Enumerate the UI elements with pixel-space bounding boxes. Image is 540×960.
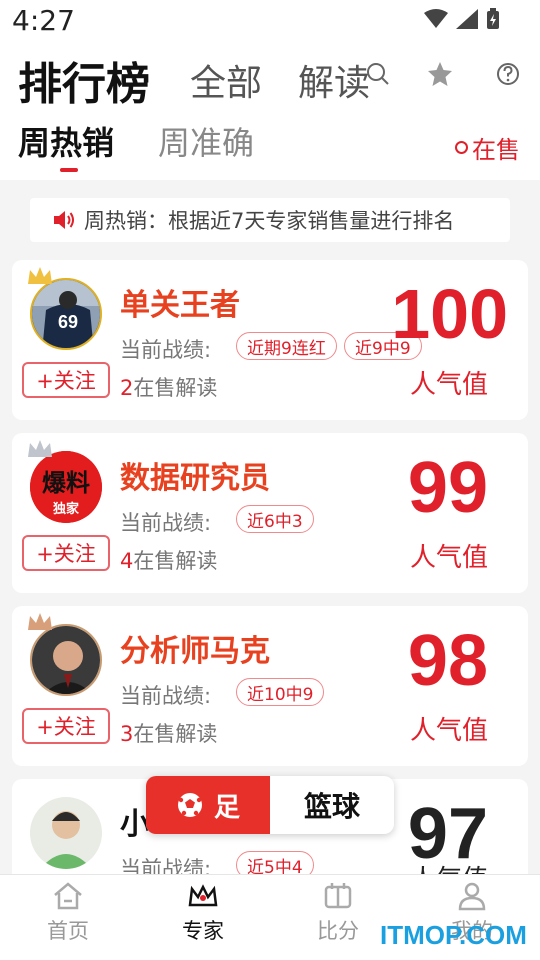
popularity-score: 98 (407, 621, 488, 701)
on-sale-count: 4在售解读 (120, 545, 217, 575)
football-label: 足 (213, 792, 240, 823)
football-icon (177, 793, 202, 817)
popularity-label: 人气值 (409, 370, 488, 400)
watermark: ITMOP.COM (380, 920, 527, 950)
sport-toggle: 足 篮球 (146, 776, 394, 834)
person-icon (458, 882, 486, 911)
popularity-label: 人气值 (409, 716, 488, 746)
avatar[interactable]: 69 (30, 278, 102, 350)
record-badge: 近5中4 (236, 851, 314, 874)
avatar-image: 爆料 独家 (30, 451, 102, 523)
avatar[interactable] (30, 624, 102, 696)
tab-interpretation[interactable]: 解读 (298, 54, 370, 106)
on-sale-filter[interactable]: 在售 (455, 130, 520, 165)
avatar-image (32, 626, 100, 694)
wifi-icon (424, 9, 448, 28)
follow-button[interactable]: +关注 (22, 362, 110, 398)
avatar-image: 69 (32, 280, 100, 348)
header: 排行榜 全部 解读 周热销 周准确 在售 (0, 44, 540, 180)
expert-card[interactable]: 69 +关注 单关王者 当前战绩: 近期9连红 近9中9 2在售解读 100 人… (12, 260, 528, 420)
record-label: 当前战绩: (120, 684, 212, 708)
page-title: 排行榜 (18, 59, 150, 110)
on-sale-number: 4 (120, 549, 134, 573)
on-sale-suffix: 在售解读 (133, 376, 218, 400)
tab-label: 首页 (47, 919, 89, 943)
expert-name: 单关王者 (120, 288, 240, 323)
silver-crown-icon (28, 440, 52, 457)
crown-icon (188, 884, 218, 907)
record-label: 当前战绩: (120, 511, 212, 535)
subtab-weekly-accurate[interactable]: 周准确 (158, 118, 254, 164)
on-sale-number: 3 (120, 722, 134, 746)
notice-banner: 周热销：根据近7天专家销售量进行排名 (30, 198, 510, 242)
on-sale-suffix: 在售解读 (133, 722, 218, 746)
on-sale-count: 3在售解读 (120, 718, 217, 748)
avatar[interactable] (30, 797, 102, 869)
on-sale-number: 2 (120, 376, 134, 400)
expert-name: 数据研究员 (120, 461, 270, 496)
on-sale-count: 2在售解读 (120, 372, 217, 402)
bronze-crown-icon (28, 613, 52, 630)
tab-home[interactable]: 首页 (8, 881, 128, 945)
scoreboard-icon (324, 883, 352, 909)
avatar-image (30, 797, 102, 869)
star-icon[interactable] (426, 60, 454, 88)
avatar-text-top: 爆料 (42, 469, 90, 497)
expert-card[interactable]: +关注 分析师马克 当前战绩: 近10中9 3在售解读 98 人气值 (12, 606, 528, 766)
record-label: 当前战绩: (120, 857, 212, 874)
popularity-label: 人气值 (409, 543, 488, 573)
popularity-score: 99 (407, 448, 488, 528)
help-icon[interactable] (494, 60, 522, 88)
record-badge: 近10中9 (236, 678, 325, 706)
notice-text: 周热销：根据近7天专家销售量进行排名 (84, 209, 455, 233)
tab-all[interactable]: 全部 (190, 54, 262, 106)
subtab-weekly-hot[interactable]: 周热销 (18, 118, 114, 164)
status-icons (424, 8, 500, 30)
tab-experts[interactable]: 专家 (143, 881, 263, 945)
follow-button[interactable]: +关注 (22, 535, 110, 571)
follow-button[interactable]: +关注 (22, 708, 110, 744)
radio-icon (455, 141, 468, 154)
basketball-toggle[interactable]: 篮球 (270, 776, 394, 834)
expert-card[interactable]: 爆料 独家 +关注 数据研究员 当前战绩: 近6中3 4在售解读 99 人气值 (12, 433, 528, 593)
speaker-icon (54, 211, 74, 229)
status-time: 4:27 (12, 4, 75, 37)
signal-icon (456, 9, 478, 29)
status-bar: 4:27 (0, 0, 540, 44)
gold-crown-icon (28, 267, 52, 284)
football-toggle[interactable]: 足 (146, 776, 270, 834)
popularity-label: 人气值 (410, 859, 488, 874)
on-sale-label: 在售 (472, 136, 520, 164)
record-badge: 近6中3 (236, 505, 314, 533)
on-sale-suffix: 在售解读 (133, 549, 218, 573)
expert-name: 分析师马克 (120, 634, 270, 669)
jersey-number: 69 (58, 312, 78, 332)
record-label: 当前战绩: (120, 338, 212, 362)
avatar[interactable]: 爆料 独家 (30, 451, 102, 523)
record-badge: 近期9连红 (236, 332, 337, 360)
tab-label: 专家 (182, 919, 224, 943)
search-icon[interactable] (364, 60, 392, 88)
popularity-score: 100 (391, 275, 508, 353)
battery-icon (487, 8, 499, 29)
active-tab-indicator (60, 168, 78, 172)
home-icon (54, 882, 82, 910)
avatar-text-bottom: 独家 (53, 501, 80, 517)
